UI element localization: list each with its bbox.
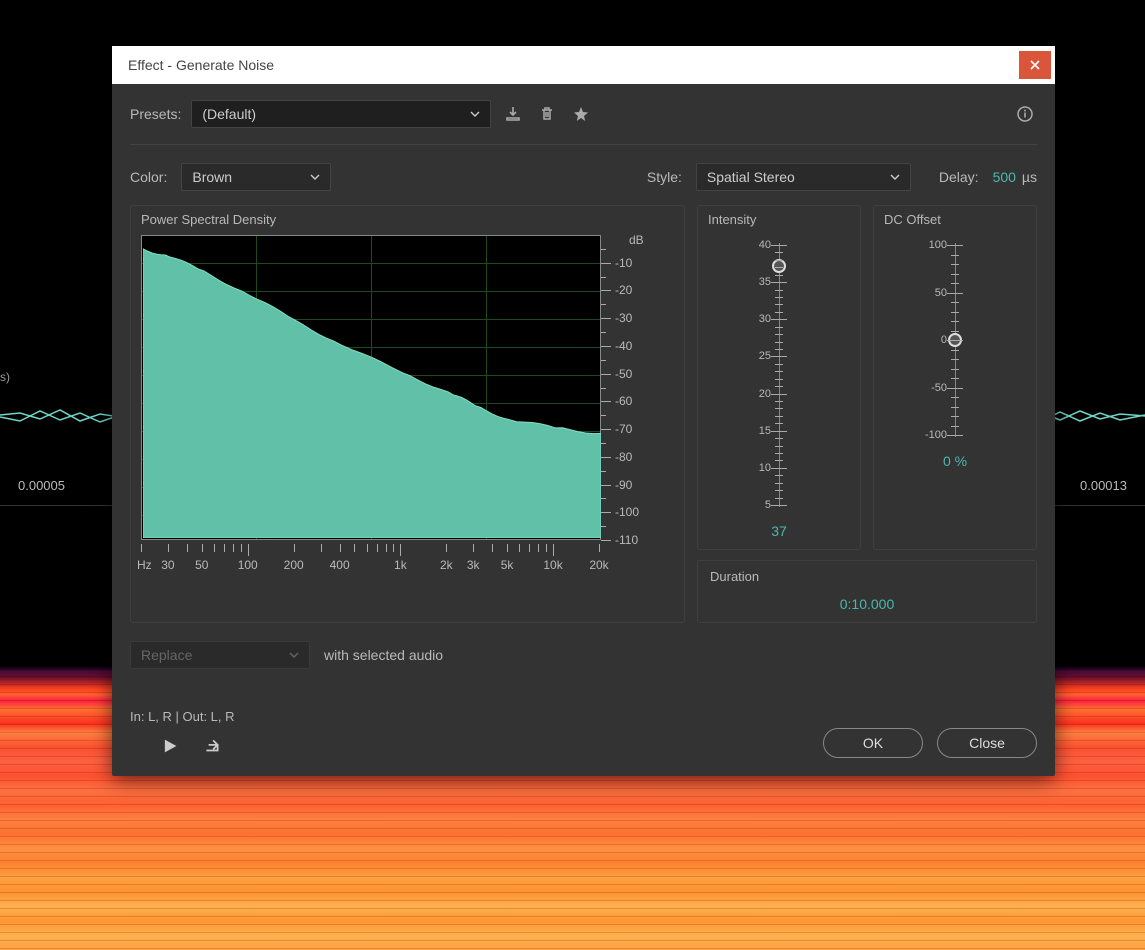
db-tick-label: -110 [615,533,638,547]
db-tick-label: -100 [615,505,639,519]
hz-tick-label: 400 [330,558,350,572]
psd-panel: Power Spectral Density Hz 30 50 100 200 400 1… [130,205,685,623]
db-tick-label: -80 [615,450,632,464]
hz-unit: Hz [137,558,152,572]
db-tick-label: -10 [615,256,632,270]
duration-panel: Duration 0:10.000 [697,560,1037,623]
psd-hz-axis: Hz 30501002004001k2k3k5k10k20k [141,544,601,576]
db-tick-label: -20 [615,283,632,297]
info-icon [1016,105,1034,123]
intensity-tick-label: 25 [759,350,771,362]
close-icon [1030,60,1040,70]
replace-dropdown: Replace [130,641,310,669]
db-tick-label: -50 [615,367,632,381]
export-icon [203,737,221,755]
delete-preset-button[interactable] [535,102,559,126]
intensity-tick-label: 15 [759,425,771,437]
db-tick-label: -60 [615,394,632,408]
hz-tick-label: 30 [161,558,174,572]
delay-unit: µs [1022,169,1037,185]
io-text: In: L, R | Out: L, R [130,709,235,724]
psd-db-axis: dB -10 -20 -30 -40 -50 -60 -70 -80 -90 -100 -110 [601,235,649,576]
intensity-tick-label: 20 [759,388,771,400]
ok-button[interactable]: OK [823,728,923,758]
generate-noise-dialog: Effect - Generate Noise Presets: (Defaul… [112,46,1055,776]
duration-title: Duration [710,569,1024,584]
hz-tick-label: 10k [543,558,562,572]
intensity-title: Intensity [708,212,756,227]
hz-tick-label: 3k [467,558,480,572]
replace-suffix: with selected audio [324,647,443,663]
dialog-footer: In: L, R | Out: L, R OK Close [130,709,1037,758]
chevron-down-icon [310,174,320,180]
style-value: Spatial Stereo [707,169,795,185]
intensity-slider[interactable]: 403530252015105 [759,235,799,515]
style-dropdown[interactable]: Spatial Stereo [696,163,911,191]
loop-button[interactable] [200,734,224,758]
db-unit: dB [629,233,644,247]
titlebar: Effect - Generate Noise [112,46,1055,84]
psd-title: Power Spectral Density [141,212,674,227]
hz-tick-label: 100 [238,558,258,572]
color-dropdown[interactable]: Brown [181,163,331,191]
intensity-tick-label: 30 [759,313,771,325]
trash-icon [538,105,556,123]
db-tick-label: -90 [615,478,632,492]
intensity-panel: Intensity 403530252015105 37 [697,205,861,550]
hz-tick-label: 2k [440,558,453,572]
parameter-row: Color: Brown Style: Spatial Stereo Delay… [130,145,1037,205]
dialog-title: Effect - Generate Noise [128,57,1019,73]
db-tick-label: -70 [615,422,632,436]
dc-tick-label: -100 [925,429,947,441]
dc-offset-title: DC Offset [884,212,941,227]
intensity-tick-label: 10 [759,462,771,474]
color-label: Color: [130,169,167,185]
color-value: Brown [192,169,232,185]
db-tick-label: -30 [615,311,632,325]
chevron-down-icon [890,174,900,180]
waveform-axis-label: s) [0,370,10,384]
replace-value: Replace [141,647,192,663]
delay-value[interactable]: 500 [993,169,1016,185]
dc-tick-label: 50 [935,287,947,299]
replace-row: Replace with selected audio [130,641,1037,669]
intensity-value[interactable]: 37 [771,523,787,539]
hz-tick-label: 5k [501,558,514,572]
delay-label: Delay: [939,169,979,185]
psd-chart-area [143,235,601,538]
info-button[interactable] [1013,102,1037,126]
presets-label: Presets: [130,106,181,122]
dc-offset-panel: DC Offset 100500-50-100 0 % [873,205,1037,550]
import-preset-button[interactable] [501,102,525,126]
psd-chart [141,235,601,540]
preview-play-button[interactable] [158,734,182,758]
style-label: Style: [647,169,682,185]
dc-offset-value[interactable]: 0 % [943,453,967,469]
dc-tick-label: -50 [931,382,947,394]
play-icon [161,737,179,755]
chevron-down-icon [289,652,299,658]
hz-tick-label: 1k [394,558,407,572]
presets-dropdown[interactable]: (Default) [191,100,491,128]
timeline-value-right: 0.00013 [1080,478,1127,493]
star-icon [572,105,590,123]
intensity-tick-label: 35 [759,276,771,288]
hz-tick-label: 200 [284,558,304,572]
hz-tick-label: 50 [195,558,208,572]
presets-selected: (Default) [202,106,256,122]
close-x-button[interactable] [1019,51,1051,79]
download-icon [504,105,522,123]
presets-row: Presets: (Default) [130,100,1037,145]
intensity-tick-label: 40 [759,239,771,251]
chevron-down-icon [470,111,480,117]
dc-tick-label: 100 [929,239,947,251]
favorite-preset-button[interactable] [569,102,593,126]
db-tick-label: -40 [615,339,632,353]
duration-value[interactable]: 0:10.000 [710,596,1024,612]
close-button[interactable]: Close [937,728,1037,758]
timeline-value-left: 0.00005 [18,478,65,493]
dc-offset-slider[interactable]: 100500-50-100 [935,235,975,445]
